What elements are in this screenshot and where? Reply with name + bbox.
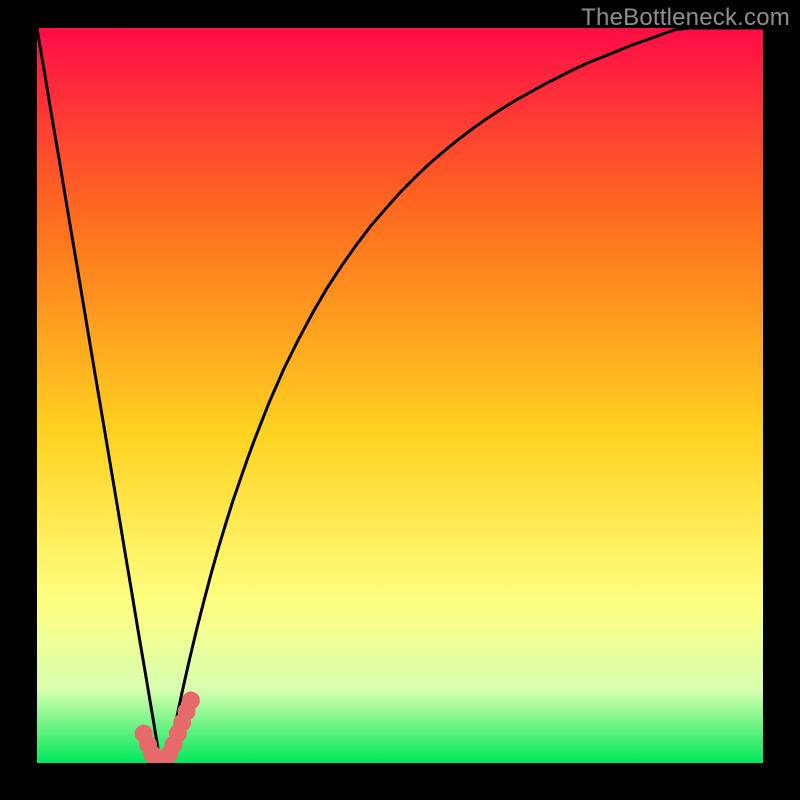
chart-plot-area [37,28,763,763]
outer-frame: TheBottleneck.com [0,0,800,800]
chart-svg [37,28,763,763]
gradient-background [37,28,763,763]
valley-marker [182,692,200,710]
